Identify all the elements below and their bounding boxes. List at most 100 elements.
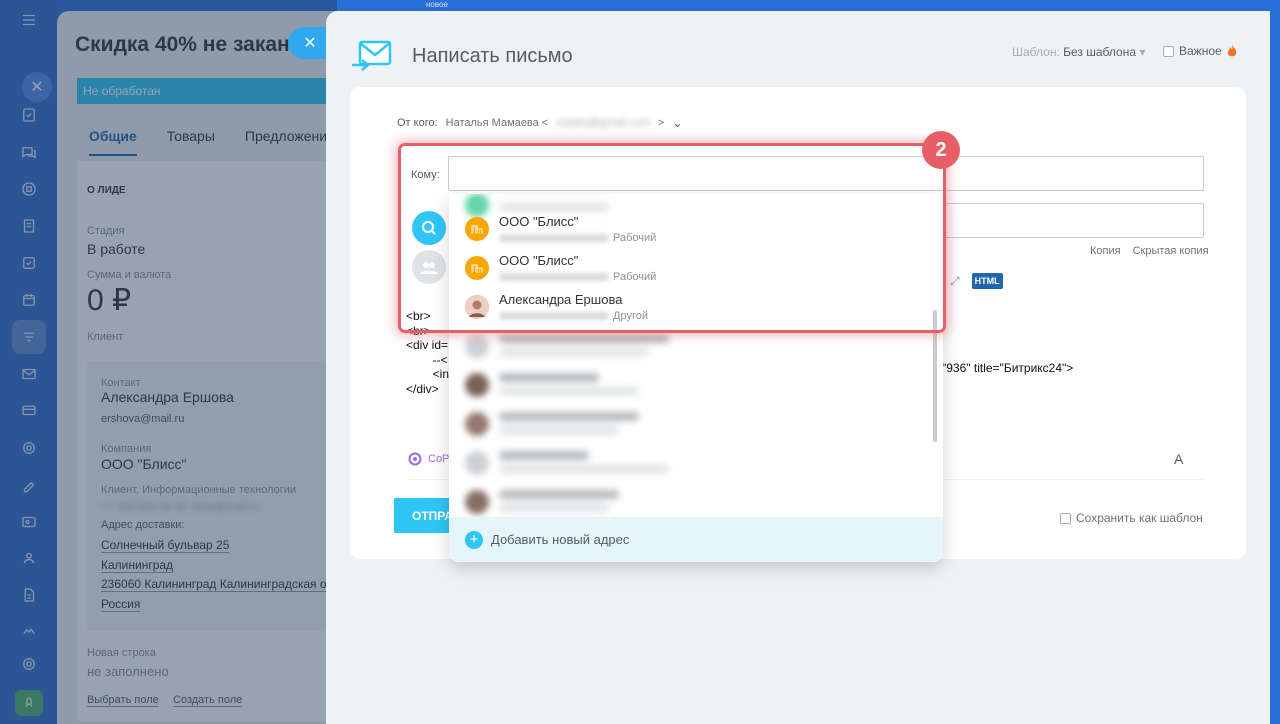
rocket-icon[interactable] [15,690,43,716]
avatar [465,295,489,319]
contact-label: Контакт [101,377,141,389]
add-new-address-button[interactable]: + Добавить новый адрес [449,517,943,562]
left-sidebar: ✕ [0,0,57,724]
to-label: Кому: [411,169,440,181]
html-toggle-button[interactable]: HTML [971,273,1003,289]
calendar-icon[interactable] [17,288,41,312]
recipient-dropdown: ООО "Блисс" Рабочий ООО "Блисс" Рабочий … [449,194,943,562]
tab-offers[interactable]: Предложения [245,128,335,156]
copilot-icon [408,452,422,466]
save-as-template[interactable]: Сохранить как шаблон [1060,511,1203,525]
list-item[interactable]: ООО "Блисс" Рабочий [465,249,915,287]
copilot-button[interactable]: CoP [408,452,449,466]
subject-input[interactable] [910,203,1204,238]
section-title: О ЛИДЕ [87,185,126,196]
users-icon[interactable] [17,546,41,570]
bcc-link[interactable]: Скрытая копия [1133,245,1209,257]
font-format-button[interactable]: A [1174,451,1183,467]
important-toggle[interactable]: Важное [1163,44,1237,58]
address-line[interactable]: Россия [101,597,141,612]
list-item[interactable]: ООО "Блисс" Рабочий [465,210,915,248]
save-template-checkbox[interactable] [1060,512,1071,524]
template-selector[interactable]: Шаблон: Без шаблона ▾ [1012,45,1145,59]
more-icon[interactable] [17,618,41,642]
crm-funnel-icon[interactable] [17,325,41,349]
sign-icon[interactable] [17,473,41,497]
company-icon [465,217,489,241]
email-body-code[interactable]: <br> <br> <div id= --< <in </div> [406,309,449,396]
address-line[interactable]: Солнечный бульвар 25 [101,538,230,553]
from-bracket: > [657,117,665,129]
dropdown-scrollbar[interactable] [933,310,937,442]
stage-value[interactable]: В работе [87,241,145,257]
choose-field-link[interactable]: Выбрать поле [87,694,159,707]
compose-header: Написать письмо [350,39,573,73]
contact-name[interactable]: Александра Ершова [101,389,234,405]
chevron-down-icon: ▾ [1139,45,1146,59]
address-line[interactable]: Калининград [101,558,174,573]
from-email-blurred: natalia@gmail.com [556,117,650,129]
tasks-icon[interactable] [17,103,41,127]
from-label: От кого: [397,117,438,129]
contacts-icon[interactable] [412,250,446,284]
template-value[interactable]: Без шаблона [1063,45,1136,59]
chat-icon[interactable] [17,141,41,165]
list-item[interactable] [465,444,915,482]
envelope-send-icon [352,40,392,71]
close-icon: ✕ [303,35,317,52]
to-input[interactable] [448,156,1204,191]
copilot-search-icon[interactable] [412,211,446,245]
company-icon [465,256,489,280]
copilot-label: CoP [428,453,450,465]
list-item[interactable]: Александра Ершова Другой [465,288,915,326]
tab-products[interactable]: Товары [167,128,215,156]
close-icon[interactable]: ✕ [22,72,52,102]
news-label: новое [426,0,448,9]
company-type: Клиент, Информационные технологии [101,484,297,496]
lead-status-bar[interactable]: Не обработан [77,78,337,104]
new-line-value: не заполнено [87,664,169,679]
menu-icon[interactable] [17,8,41,32]
from-field[interactable]: От кого: Наталья Мамаева < natalia@gmail… [397,116,682,130]
recipient-type: Рабочий [613,232,657,244]
chevron-down-icon[interactable]: ⌄ [672,116,682,130]
file-icon[interactable] [17,583,41,607]
list-item[interactable] [465,483,915,521]
lead-tabs: Общие Товары Предложения [89,128,335,156]
compose-title: Написать письмо [412,44,573,67]
client-label: Клиент [87,331,124,343]
list-item[interactable] [465,327,915,365]
step-badge: 2 [922,131,960,169]
target-icon[interactable] [17,436,41,460]
recipient-type: Рабочий [613,271,657,283]
contact-card-icon[interactable] [17,510,41,534]
stage-label: Стадия [87,225,125,237]
documents-icon[interactable] [17,214,41,238]
email-body-code-tail: "936" title="Битрикс24"> [942,361,1074,375]
list-item[interactable] [465,405,915,443]
recipient-type: Другой [613,310,648,322]
address-label: Адрес доставки: [101,519,185,531]
lead-info-box: О ЛИДЕ Стадия В работе Сумма и валюта 0 … [77,161,337,721]
fire-icon [1227,44,1236,57]
company-name[interactable]: ООО "Блисс" [101,456,187,472]
company-phone-blurred: +7 000 000 00 00, bliss@mail.ru [101,501,260,513]
address-line[interactable]: 236060 Калининград Калининградская обл [101,577,337,592]
store-icon[interactable] [17,398,41,422]
recipient-name: ООО "Блисс" [499,253,579,268]
important-checkbox[interactable] [1163,45,1174,57]
cc-link[interactable]: Копия [1090,245,1121,257]
list-item[interactable] [465,366,915,404]
copy-links: Копия Скрытая копия [1090,245,1209,257]
phone-icon[interactable] [17,177,41,201]
mail-icon[interactable] [17,362,41,386]
important-label: Важное [1179,44,1222,58]
create-field-link[interactable]: Создать поле [173,694,243,707]
checklist-icon[interactable] [17,251,41,275]
contact-email[interactable]: ershova@mail.ru [101,413,184,425]
settings-icon[interactable] [17,652,41,676]
company-label: Компания [101,443,152,455]
fullscreen-icon[interactable]: ⤢ [950,274,960,289]
tab-general[interactable]: Общие [89,128,137,156]
lead-card: Скидка 40% не заканч Не обработан Общие … [57,11,337,724]
